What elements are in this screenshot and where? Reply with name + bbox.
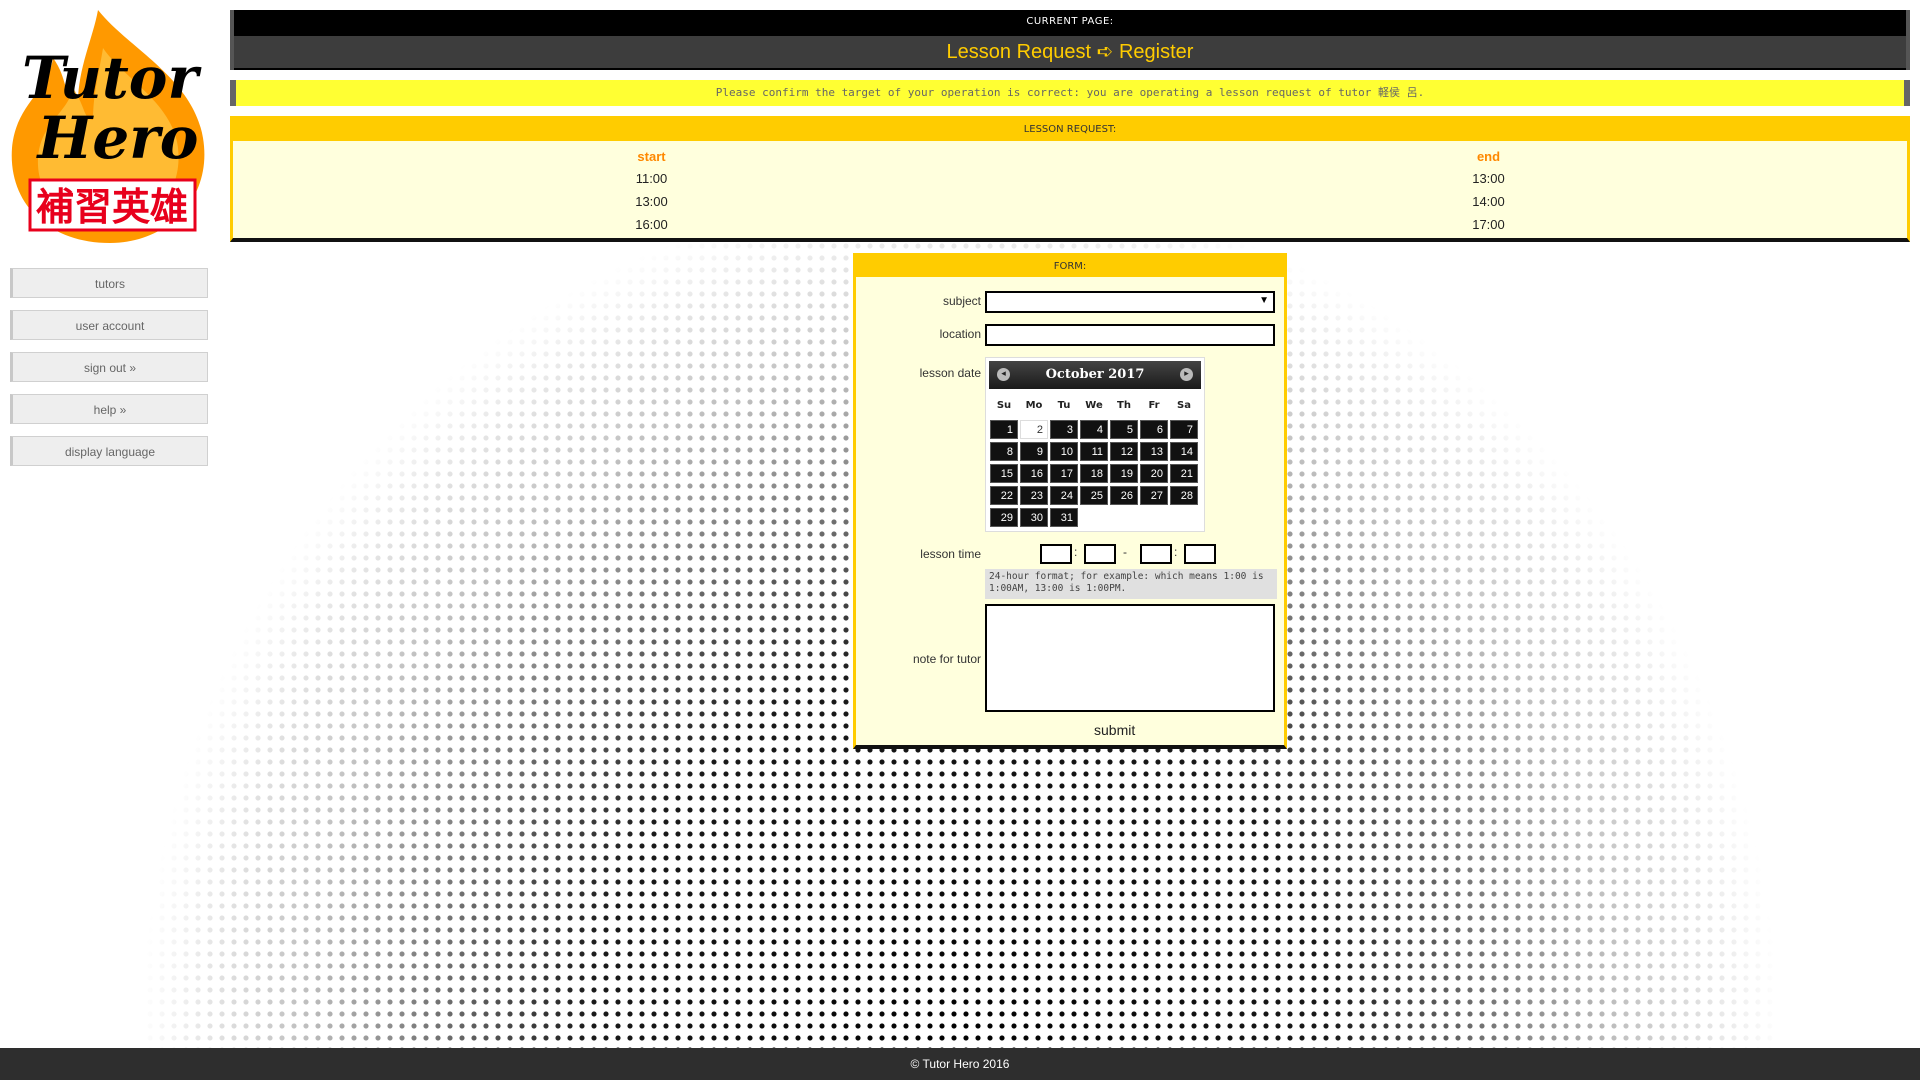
calendar-day[interactable]: 8 [990,442,1018,461]
weekday-header: Th [1117,400,1131,411]
weekday-header: Tu [1057,400,1071,411]
logo-text-hero: Hero [36,104,199,172]
sidebar-item-display-language[interactable]: display language [10,436,208,466]
table-row: 13:00 14:00 [233,190,1907,213]
note-label: note for tutor [912,652,981,666]
weekday-header: Mo [1025,400,1043,411]
subject-select[interactable]: ▼ [985,291,1275,313]
calendar-day[interactable]: 20 [1140,464,1168,483]
current-page-header: CURRENT PAGE: Lesson Request ➪ Register [230,10,1910,70]
weekday-header: Fr [1148,400,1160,411]
calendar-day[interactable]: 21 [1170,464,1198,483]
time-format-hint: 24-hour format; for example: which means… [985,569,1277,599]
time-colon: : [1074,545,1078,559]
calendar-day[interactable]: 30 [1020,508,1048,527]
calendar-day[interactable]: 5 [1110,420,1138,439]
prev-month-icon[interactable]: ◂ [997,368,1010,381]
lesson-request-table: start end 11:00 13:00 13:00 14:00 16:00 … [233,145,1907,236]
logo-text-tutor: Tutor [22,44,202,112]
lesson-form: FORM: subject ▼ location lesson date ◂ O… [853,253,1287,749]
confirmation-notice: Please confirm the target of your operat… [230,80,1910,106]
calendar-day[interactable]: 12 [1110,442,1138,461]
calendar-day[interactable]: 26 [1110,486,1138,505]
calendar-day[interactable]: 25 [1080,486,1108,505]
lesson-date-label: lesson date [919,366,981,380]
calendar-day[interactable]: 9 [1020,442,1048,461]
tutor-hero-logo[interactable]: Tutor Hero 補習英雄 [8,8,213,244]
lesson-request-panel: LESSON REQUEST: start end 11:00 13:00 13… [230,116,1910,242]
start-time-cell: 11:00 [635,171,668,186]
start-time-cell: 16:00 [635,217,668,232]
next-month-icon[interactable]: ▸ [1180,368,1193,381]
column-header-end: end [1476,148,1501,164]
end-hour-input[interactable] [1140,544,1172,564]
lesson-time-label: lesson time [920,547,981,561]
location-input[interactable] [985,324,1275,346]
main-content: CURRENT PAGE: Lesson Request ➪ Register … [230,10,1910,242]
subject-label: subject [942,294,981,308]
sidebar-item-user-account[interactable]: user account [10,310,208,340]
table-row: 16:00 17:00 [233,213,1907,236]
end-time-cell: 13:00 [1472,171,1505,186]
calendar-day[interactable]: 6 [1140,420,1168,439]
calendar-grid: Su Mo Tu We Th Fr Sa 1 2 3 4 5 6 7 8 9 10 11 12 13 14 15 16 17 1… [990,397,1201,527]
form-title: FORM: [856,256,1284,277]
calendar-day[interactable]: 10 [1050,442,1078,461]
location-label: location [939,327,981,341]
end-time-cell: 14:00 [1472,194,1505,209]
footer: © Tutor Hero 2016 [0,1048,1920,1080]
note-textarea[interactable] [985,604,1275,712]
lesson-request-title: LESSON REQUEST: [233,119,1907,141]
start-minute-input[interactable] [1084,544,1116,564]
end-minute-input[interactable] [1184,544,1216,564]
current-page-label: CURRENT PAGE: [1026,16,1114,27]
calendar-day[interactable]: 13 [1140,442,1168,461]
calendar-month-label: October 2017 [1045,367,1145,382]
start-time-cell: 13:00 [635,194,668,209]
calendar-header: ◂ October 2017 ▸ [989,361,1201,389]
calendar-day[interactable]: 28 [1170,486,1198,505]
calendar-day[interactable]: 24 [1050,486,1078,505]
calendar-day[interactable]: 16 [1020,464,1048,483]
table-row: 11:00 13:00 [233,167,1907,190]
weekday-header: We [1085,400,1103,411]
calendar-day[interactable]: 15 [990,464,1018,483]
calendar-day[interactable]: 11 [1080,442,1108,461]
calendar-day[interactable]: 7 [1170,420,1198,439]
weekday-header: Su [996,400,1012,411]
calendar-day[interactable]: 2 [1020,420,1048,439]
weekday-header: Sa [1177,400,1191,411]
page-title: Lesson Request ➪ Register [234,36,1906,68]
sidebar-item-help[interactable]: help » [10,394,208,424]
calendar-day[interactable]: 22 [990,486,1018,505]
calendar-day[interactable]: 14 [1170,442,1198,461]
calendar-day[interactable]: 3 [1050,420,1078,439]
logo-text-chinese: 補習英雄 [36,185,188,229]
calendar-day[interactable]: 27 [1140,486,1168,505]
calendar-day[interactable]: 1 [990,420,1018,439]
sidebar-item-sign-out[interactable]: sign out » [10,352,208,382]
calendar-day[interactable]: 23 [1020,486,1048,505]
calendar-day[interactable]: 31 [1050,508,1078,527]
calendar-day[interactable]: 19 [1110,464,1138,483]
sidebar-item-tutors[interactable]: tutors [10,268,208,298]
column-header-start: start [637,148,666,164]
calendar-day[interactable]: 18 [1080,464,1108,483]
time-colon: : [1174,545,1178,559]
calendar-day[interactable]: 29 [990,508,1018,527]
date-picker: ◂ October 2017 ▸ Su Mo Tu We Th Fr Sa 1 2 3 4 5 6 7 8 9… [985,357,1205,532]
submit-button[interactable]: submit [1094,722,1135,738]
calendar-day[interactable]: 17 [1050,464,1078,483]
end-time-cell: 17:00 [1472,217,1505,232]
calendar-day[interactable]: 4 [1080,420,1108,439]
start-hour-input[interactable] [1040,544,1072,564]
chevron-down-icon: ▼ [1259,295,1269,306]
sidebar: tutors user account sign out » help » di… [10,268,210,478]
time-range-separator: - [1123,545,1127,559]
